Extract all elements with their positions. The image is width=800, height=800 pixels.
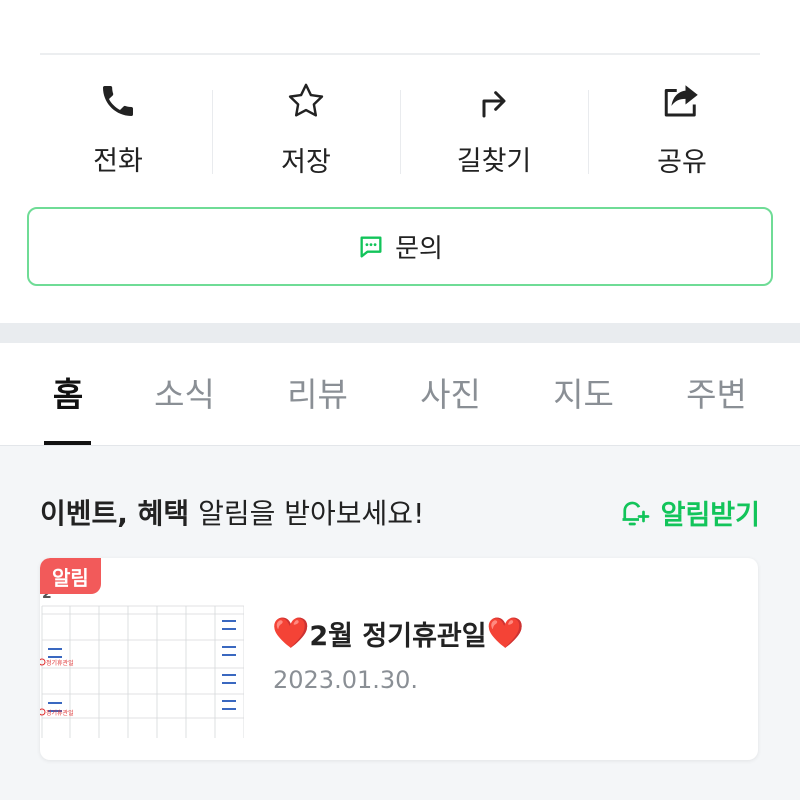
thumbnail-stamp-2: 정기휴관일 <box>46 709 74 717</box>
share-icon <box>660 80 704 122</box>
top-divider <box>40 53 760 55</box>
inquiry-label: 문의 <box>395 234 443 264</box>
directions-icon <box>472 80 516 121</box>
notification-bold-text: 이벤트, 혜택 <box>40 497 190 530</box>
chat-icon <box>357 232 387 262</box>
tab-map[interactable]: 지도 <box>517 343 650 445</box>
share-label: 공유 <box>657 147 707 178</box>
news-card[interactable]: 2 정기휴관일 정기휴관일 알림 ❤️ 2월 정기휴관일 ❤️ 2023.01.… <box>40 558 758 760</box>
directions-button[interactable]: 길찾기 <box>400 78 588 178</box>
tab-nearby[interactable]: 주변 <box>650 343 783 445</box>
thumbnail-stamp-1: 정기휴관일 <box>46 659 74 667</box>
notification-rest-text: 알림을 받아보세요! <box>189 497 425 530</box>
action-bar: 전화 저장 길찾기 공유 <box>24 78 776 178</box>
directions-label: 길찾기 <box>456 146 532 177</box>
tab-photos[interactable]: 사진 <box>384 343 517 445</box>
news-thumbnail: 2 정기휴관일 정기휴관일 <box>40 578 244 738</box>
section-divider <box>0 323 800 343</box>
tab-bar: 홈 소식 리뷰 사진 지도 주변 <box>0 343 800 445</box>
call-button[interactable]: 전화 <box>24 78 212 178</box>
share-button[interactable]: 공유 <box>588 78 776 178</box>
inquiry-button[interactable]: 문의 <box>27 207 773 286</box>
notice-badge: 알림 <box>40 558 101 594</box>
bell-plus-icon <box>615 493 653 531</box>
star-icon <box>284 80 328 122</box>
subscribe-label: 알림받기 <box>660 499 760 531</box>
notification-prompt: 이벤트, 혜택 알림을 받아보세요! 알림받기 <box>40 492 760 532</box>
call-label: 전화 <box>93 146 143 177</box>
notification-text: 이벤트, 혜택 알림을 받아보세요! <box>40 492 424 532</box>
phone-icon <box>96 80 140 121</box>
heart-icon: ❤️ <box>486 616 524 651</box>
save-button[interactable]: 저장 <box>212 78 400 178</box>
news-title: ❤️ 2월 정기휴관일 ❤️ <box>272 614 524 653</box>
news-date: 2023.01.30. <box>273 666 419 694</box>
subscribe-notifications-button[interactable]: 알림받기 <box>615 493 760 532</box>
heart-icon: ❤️ <box>272 616 310 651</box>
tab-home[interactable]: 홈 <box>18 343 118 445</box>
news-title-text: 2월 정기휴관일 <box>309 621 487 652</box>
home-content: 이벤트, 혜택 알림을 받아보세요! 알림받기 2 정기휴관일 정기휴관일 알림… <box>0 445 800 800</box>
save-label: 저장 <box>281 147 331 178</box>
tab-news[interactable]: 소식 <box>118 343 251 445</box>
tab-reviews[interactable]: 리뷰 <box>251 343 384 445</box>
